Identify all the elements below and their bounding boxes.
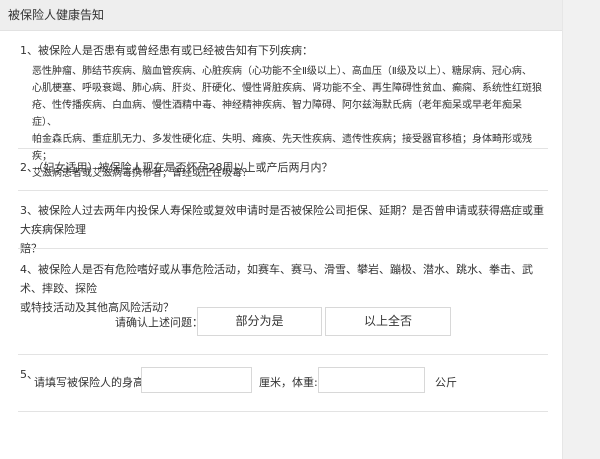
weight-input[interactable] [318, 367, 425, 393]
confirm-row: 请确认上述问题： 部分为是 以上全否 [0, 307, 563, 336]
confirm-label: 请确认上述问题： [115, 316, 203, 329]
question-4-line: 4、被保险人是否有危险嗜好或从事危险活动，如赛车、赛马、滑雪、攀岩、蹦极、潜水、… [20, 263, 533, 295]
height-label: 请填写被保险人的身高: [34, 376, 148, 389]
divider [18, 148, 548, 149]
divider [18, 411, 548, 412]
divider [18, 354, 548, 355]
question-2: 2、（妇女适用）被保险人现在是否怀孕28周以上或产后两月内？ [20, 161, 333, 174]
weight-unit-label: 公斤 [435, 376, 457, 389]
scrollbar[interactable] [562, 0, 600, 459]
question-1: 1、被保险人是否患有或曾经患有或已经被告知有下列疾病： [20, 44, 313, 57]
option-all-no-button[interactable]: 以上全否 [325, 307, 451, 336]
health-declaration-panel: 被保险人健康告知 1、被保险人是否患有或曾经患有或已经被告知有下列疾病： 恶性肿… [0, 0, 563, 459]
height-unit-label: 厘米，体重: [259, 376, 318, 389]
disease-list-line: 恶性肿瘤、肺结节疾病、脑血管疾病、心脏疾病（心功能不全Ⅱ级以上）、高血压（Ⅱ级及… [32, 66, 532, 77]
divider [18, 190, 548, 191]
height-input[interactable] [141, 367, 252, 393]
panel-title: 被保险人健康告知 [0, 0, 563, 31]
disease-list-line: 心肌梗塞、呼吸衰竭、肺心病、肝炎、肝硬化、慢性肾脏疾病、肾功能不全、再生障碍性贫… [32, 83, 542, 94]
question-3: 3、被保险人过去两年内投保人寿保险或复效申请时是否被保险公司拒保、延期？是否曾申… [20, 201, 546, 258]
option-partial-yes-button[interactable]: 部分为是 [197, 307, 322, 336]
divider [18, 248, 548, 249]
disease-list-line: 疮、性传播疾病、白血病、慢性酒精中毒、神经精神疾病、智力障碍、阿尔兹海默氏病（老… [32, 100, 522, 128]
question-5: 5、 请填写被保险人的身高: 厘米，体重: 公斤 [0, 366, 563, 396]
question-3-line: 3、被保险人过去两年内投保人寿保险或复效申请时是否被保险公司拒保、延期？是否曾申… [20, 204, 544, 236]
